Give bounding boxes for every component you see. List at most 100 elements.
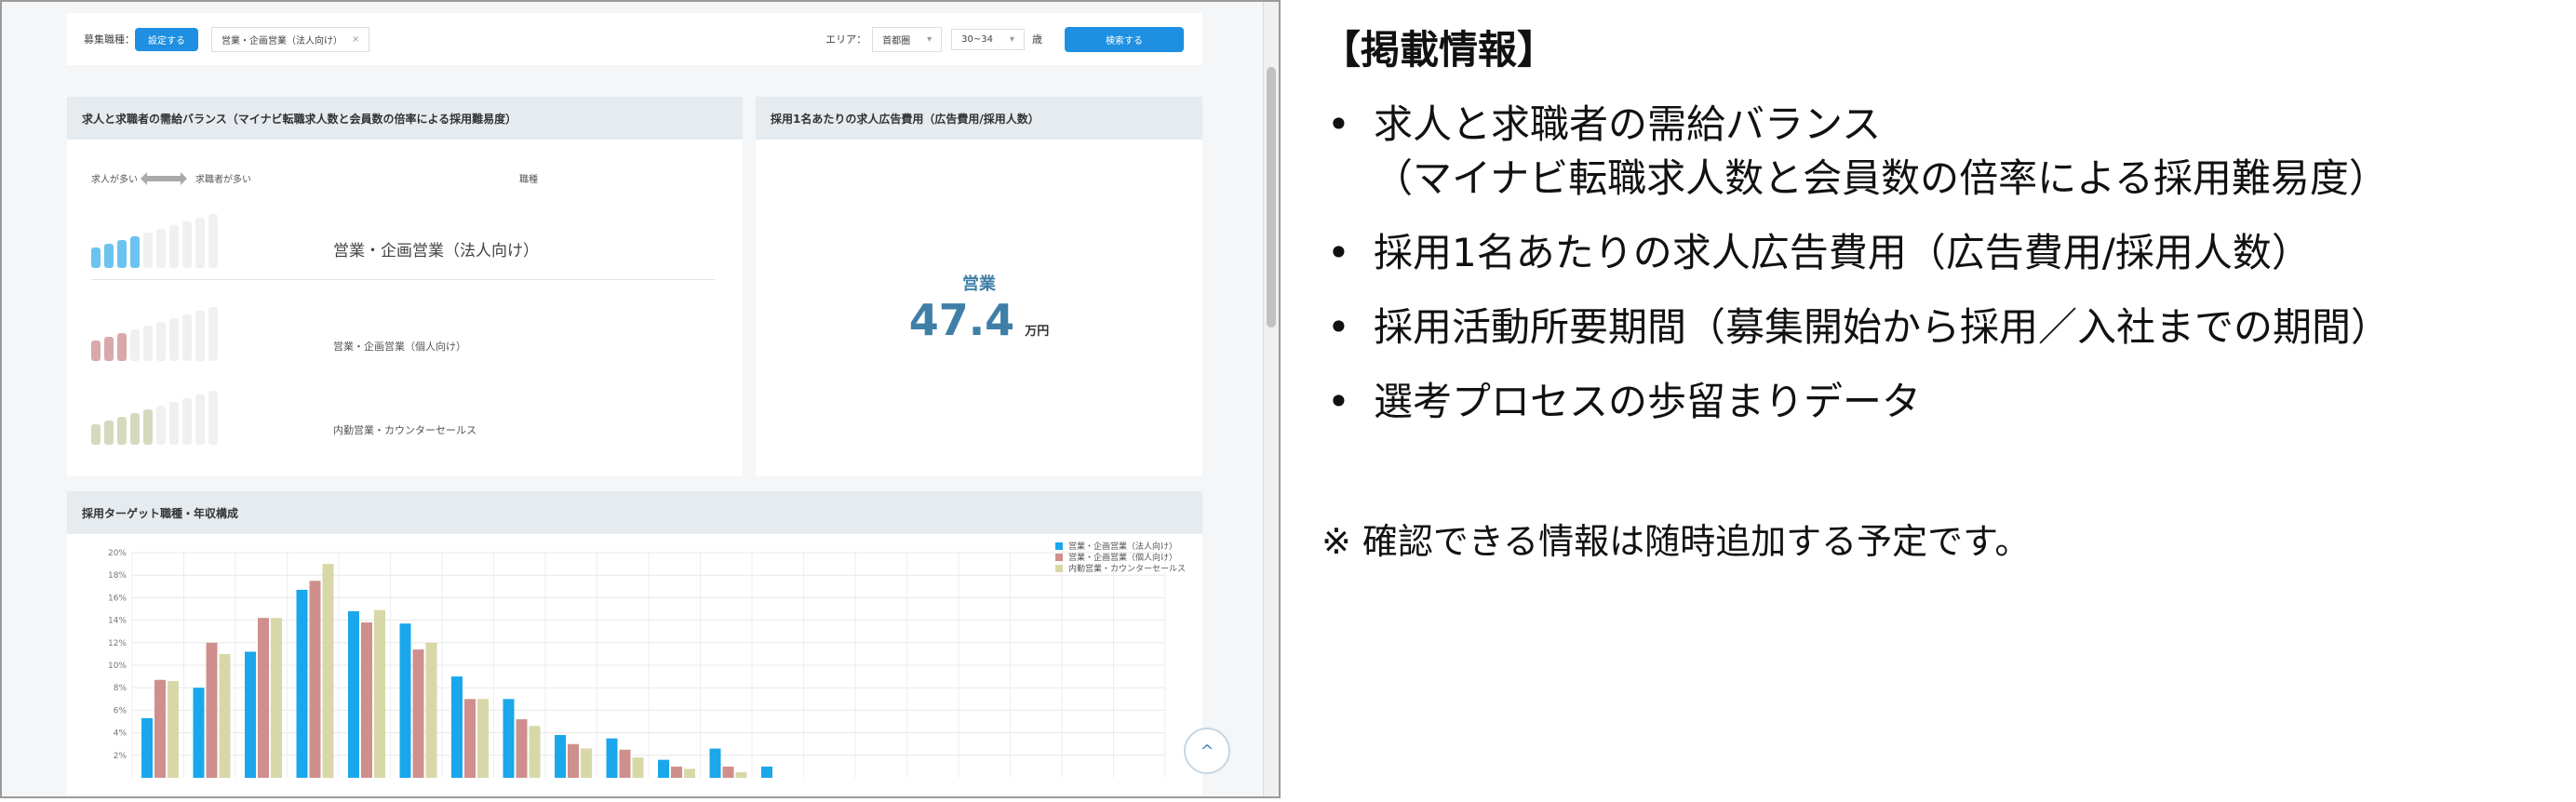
difficulty-segment bbox=[182, 221, 192, 268]
info-panel: 【掲載情報】 求人と求職者の需給バランス （マイナビ転職求人数と会員数の倍率によ… bbox=[1322, 19, 2559, 564]
age-suffix: 歳 bbox=[1032, 33, 1042, 46]
difficulty-segment bbox=[117, 240, 127, 268]
difficulty-segment bbox=[143, 326, 153, 361]
bar bbox=[516, 719, 528, 778]
bar bbox=[271, 618, 282, 778]
difficulty-segment bbox=[208, 307, 218, 361]
many-seekers-label: 求職者が多い bbox=[195, 175, 251, 185]
scrollbar[interactable] bbox=[1263, 2, 1279, 796]
difficulty-segment bbox=[91, 247, 101, 268]
bar bbox=[671, 766, 682, 778]
difficulty-segment bbox=[169, 225, 179, 268]
bar bbox=[503, 699, 515, 778]
bar bbox=[322, 564, 334, 778]
bar bbox=[348, 610, 359, 778]
bar bbox=[399, 623, 411, 778]
difficulty-segment bbox=[91, 341, 101, 361]
difficulty-segment bbox=[156, 322, 166, 361]
bar bbox=[709, 748, 721, 778]
scroll-top-button[interactable]: ^ bbox=[1184, 728, 1230, 774]
screenshot-frame: 募集職種： 設定する 営業・企画営業（法人向け） × エリア： 首都圏 ▾ 30… bbox=[0, 0, 1281, 798]
y-tick-label: 18% bbox=[108, 571, 127, 581]
difficulty-segment bbox=[182, 398, 192, 445]
bar bbox=[606, 738, 618, 778]
search-button[interactable]: 検索する bbox=[1065, 26, 1184, 52]
close-icon[interactable]: × bbox=[352, 34, 359, 45]
difficulty-segment bbox=[143, 233, 153, 268]
scrollbar-thumb[interactable] bbox=[1267, 67, 1276, 327]
bar bbox=[374, 609, 385, 778]
info-title: 【掲載情報】 bbox=[1322, 27, 1557, 73]
ad-cost-title: 採用1名あたりの求人広告費用（広告費用/採用人数） bbox=[756, 97, 1202, 140]
bar bbox=[477, 699, 489, 778]
bar bbox=[581, 748, 592, 778]
bar bbox=[141, 717, 153, 778]
info-item-text: 採用活動所要期間（募集開始から採用／入社までの期間） bbox=[1374, 304, 2391, 350]
bar bbox=[425, 642, 437, 778]
info-item: 求人と求職者の需給バランス （マイナビ転職求人数と会員数の倍率による採用難易度） bbox=[1322, 98, 2559, 206]
bar bbox=[193, 688, 205, 778]
y-tick-label: 4% bbox=[114, 729, 127, 739]
bar bbox=[735, 771, 747, 778]
difficulty-segment bbox=[182, 314, 192, 361]
difficulty-segment bbox=[156, 229, 166, 268]
ad-cost-card: 採用1名あたりの求人広告費用（広告費用/採用人数） 営業 47.4 万円 bbox=[756, 97, 1202, 476]
difficulty-segment bbox=[208, 391, 218, 445]
y-tick-label: 20% bbox=[108, 549, 127, 558]
y-tick-label: 10% bbox=[108, 662, 127, 671]
difficulty-segment bbox=[130, 413, 140, 445]
job-name: 営業・企画営業（個人向け） bbox=[333, 341, 466, 353]
balance-row: 内勤営業・カウンターセールス bbox=[91, 391, 715, 445]
difficulty-segment bbox=[143, 409, 153, 445]
area-label: エリア： bbox=[825, 33, 867, 46]
balance-row: 営業・企画営業（個人向け） bbox=[91, 307, 715, 361]
bar bbox=[245, 651, 256, 778]
chevron-down-icon: ▾ bbox=[1009, 33, 1014, 45]
bar bbox=[568, 743, 579, 778]
difficulty-segment bbox=[156, 406, 166, 445]
difficulty-segment bbox=[104, 244, 114, 268]
divider bbox=[91, 279, 715, 280]
bar bbox=[684, 769, 695, 778]
ad-cost-body: 営業 47.4 万円 bbox=[756, 140, 1202, 476]
difficulty-segment bbox=[169, 318, 179, 361]
legend-label: 内勤営業・カウンターセールス bbox=[1068, 563, 1186, 574]
job-tag-label: 営業・企画営業（法人向け） bbox=[221, 35, 342, 47]
y-tick-label: 16% bbox=[108, 594, 127, 603]
info-item-text: 採用1名あたりの求人広告費用（広告費用/採用人数） bbox=[1374, 230, 2311, 275]
age-select[interactable]: 30~34 ▾ bbox=[951, 28, 1025, 50]
bar bbox=[761, 766, 772, 778]
bar bbox=[412, 649, 424, 778]
bar bbox=[632, 757, 644, 778]
info-note: ※ 確認できる情報は随時追加する予定です。 bbox=[1322, 521, 2031, 562]
cost-unit: 万円 bbox=[1025, 325, 1050, 339]
difficulty-meter bbox=[91, 214, 277, 268]
info-item-text: 求人と求職者の需給バランス bbox=[1374, 101, 1882, 147]
recruit-label: 募集職種： bbox=[84, 33, 135, 46]
y-tick-label: 12% bbox=[108, 639, 127, 648]
bar bbox=[451, 676, 463, 778]
set-job-button[interactable]: 設定する bbox=[135, 27, 198, 51]
job-col-label: 職種 bbox=[519, 175, 538, 185]
chevron-up-icon: ^ bbox=[1200, 741, 1214, 761]
target-salary-card: 採用ターゲット職種・年収構成 20% 18% 16% 14% 12% 10% 8% 6% 4% 2… bbox=[67, 491, 1202, 796]
info-item: 選考プロセスの歩留まりデータ bbox=[1322, 375, 2559, 429]
bar bbox=[168, 680, 179, 778]
info-item: 採用活動所要期間（募集開始から採用／入社までの期間） bbox=[1322, 301, 2559, 354]
info-item-subtext: （マイナビ転職求人数と会員数の倍率による採用難易度） bbox=[1374, 155, 2388, 201]
y-tick-label: 6% bbox=[114, 706, 127, 715]
bar bbox=[296, 589, 308, 778]
chevron-down-icon: ▾ bbox=[927, 33, 932, 45]
job-tag: 営業・企画営業（法人向け） × bbox=[211, 26, 370, 52]
balance-legend: 求人が多い 求職者が多い 職種 bbox=[91, 171, 538, 185]
bar bbox=[219, 653, 231, 778]
legend-swatch bbox=[1055, 565, 1063, 572]
difficulty-segment bbox=[195, 394, 205, 445]
cost-job-name: 営業 bbox=[962, 274, 996, 294]
bar bbox=[529, 726, 541, 778]
difficulty-segment bbox=[117, 333, 127, 361]
difficulty-segment bbox=[130, 329, 140, 361]
y-tick-label: 2% bbox=[114, 752, 127, 761]
balance-row: 営業・企画営業（法人向け） bbox=[91, 214, 715, 268]
area-select[interactable]: 首都圏 ▾ bbox=[872, 26, 943, 52]
